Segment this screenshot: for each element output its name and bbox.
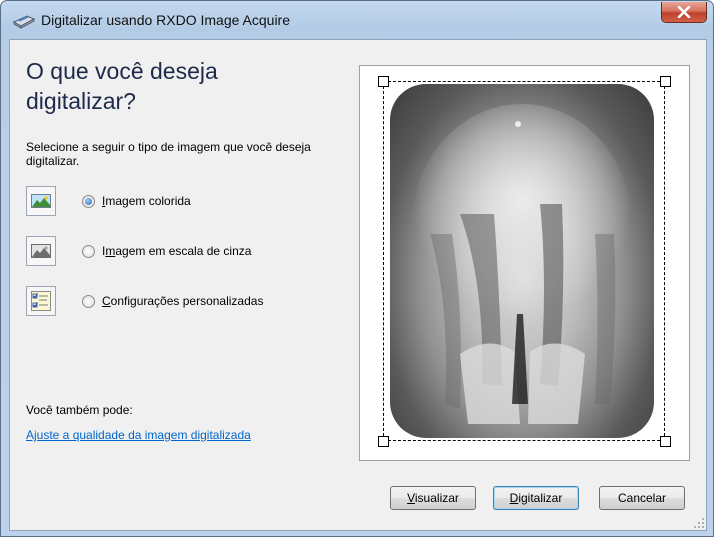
also-can-label: Você também pode:	[26, 403, 133, 417]
option-grayscale-image[interactable]: Imagem em escala de cinza	[26, 236, 346, 268]
preview-button[interactable]: Visualizar	[390, 486, 476, 510]
custom-settings-label[interactable]: Configurações personalizadas	[102, 294, 263, 308]
crop-selection[interactable]	[383, 81, 665, 441]
close-icon	[677, 6, 691, 18]
dialog-content: O que você deseja digitalizar? Selecione…	[9, 39, 707, 531]
grayscale-picture-icon	[26, 236, 56, 266]
option-custom-settings[interactable]: Configurações personalizadas	[26, 286, 346, 318]
close-button[interactable]	[661, 2, 707, 23]
crop-handle-bottom-left[interactable]	[378, 436, 389, 447]
scanner-icon	[12, 13, 36, 29]
window-title: Digitalizar usando RXDO Image Acquire	[41, 12, 291, 28]
page-title: O que você deseja digitalizar?	[26, 58, 218, 114]
resize-grip-icon[interactable]	[694, 518, 704, 528]
scan-dialog-window: Digitalizar usando RXDO Image Acquire O …	[0, 0, 714, 537]
color-image-label[interactable]: Imagem colorida	[102, 194, 191, 208]
color-image-radio[interactable]	[82, 195, 95, 208]
custom-settings-icon	[26, 286, 56, 316]
adjust-quality-link[interactable]: Ajuste a qualidade da imagem digitalizad…	[26, 428, 251, 442]
crop-handle-top-right[interactable]	[660, 76, 671, 87]
scan-button[interactable]: Digitalizar	[493, 486, 579, 510]
title-bar: Digitalizar usando RXDO Image Acquire	[1, 1, 713, 39]
color-picture-icon	[26, 186, 56, 216]
crop-handle-top-left[interactable]	[378, 76, 389, 87]
option-color-image[interactable]: Imagem colorida	[26, 186, 346, 218]
instruction-text: Selecione a seguir o tipo de imagem que …	[26, 140, 311, 168]
grayscale-image-radio[interactable]	[82, 245, 95, 258]
grayscale-image-label[interactable]: Imagem em escala de cinza	[102, 244, 251, 258]
crop-handle-bottom-right[interactable]	[660, 436, 671, 447]
cancel-button[interactable]: Cancelar	[599, 486, 685, 510]
custom-settings-radio[interactable]	[82, 295, 95, 308]
preview-pane	[359, 65, 690, 461]
